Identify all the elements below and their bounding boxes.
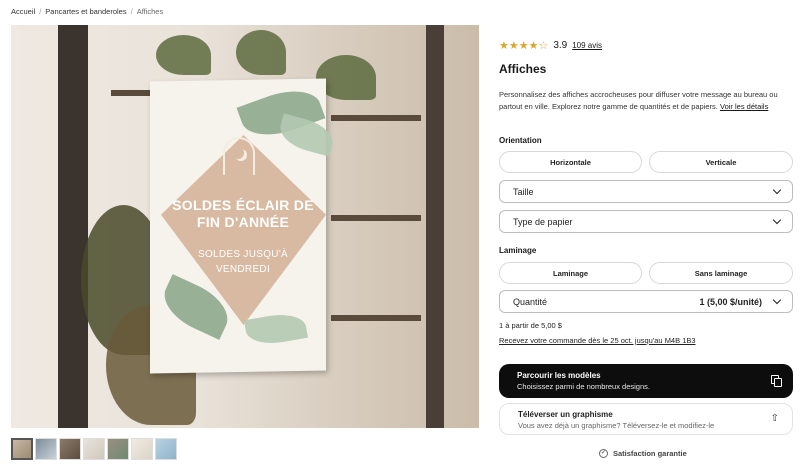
image-window-frame [426, 25, 444, 428]
poster-sub-line: VENDREDI [215, 264, 271, 275]
guarantee-text: Satisfaction garantie [613, 449, 687, 458]
thumbnail-5[interactable] [107, 438, 129, 460]
breadcrumb-separator: / [130, 7, 133, 16]
orientation-vertical-option[interactable]: Verticale [649, 151, 793, 173]
image-shelf [331, 115, 421, 121]
browse-templates-title: Parcourir les modèles [517, 371, 601, 380]
upload-icon: ⇧ [770, 413, 779, 424]
thumbnail-2[interactable] [35, 438, 57, 460]
thumbnail-1[interactable] [11, 438, 33, 460]
lamination-label: Laminage [499, 246, 537, 255]
thumbnail-7[interactable] [155, 438, 177, 460]
reviews-link[interactable]: 109 avis [572, 41, 602, 50]
thumbnail-6[interactable] [131, 438, 153, 460]
chevron-down-icon [772, 295, 782, 305]
size-select[interactable]: Taille [499, 180, 793, 203]
product-description: Personnalisez des affiches accrocheuses … [499, 89, 789, 113]
upload-design-title: Téléverser un graphisme [518, 410, 613, 419]
lamination-off-option[interactable]: Sans laminage [649, 262, 793, 284]
rating-row: ★★★★☆ 3.9 109 avis [499, 39, 602, 52]
image-shelf-frame [58, 25, 88, 428]
delivery-estimate-link[interactable]: Recevez votre commande dès le 25 oct. ju… [499, 336, 696, 345]
chevron-down-icon [772, 215, 782, 225]
size-select-label: Taille [513, 186, 534, 197]
poster-headline-line: SOLDES ÉCLAIR DE [172, 197, 314, 213]
copy-icon [771, 375, 782, 387]
quantity-label: Quantité [513, 296, 548, 307]
quantity-value: 1 (5,00 $/unité) [699, 296, 762, 307]
thumbnail-strip [11, 438, 177, 460]
from-price: 1 à partir de 5,00 $ [499, 321, 562, 330]
image-plant [156, 35, 211, 75]
poster-headline-line: FIN D'ANNÉE [196, 214, 290, 230]
quantity-value-group: 1 (5,00 $/unité) [699, 295, 782, 307]
breadcrumb: Accueil / Pancartes et banderoles / Affi… [11, 7, 163, 16]
breadcrumb-home[interactable]: Accueil [11, 7, 35, 16]
poster-sub-line: SOLDES JUSQU'À [197, 249, 289, 260]
image-shelf [331, 315, 421, 321]
product-main-image[interactable]: SOLDES ÉCLAIR DE FIN D'ANNÉE SOLDES JUSQ… [11, 25, 479, 428]
poster-headline: SOLDES ÉCLAIR DE FIN D'ANNÉE [151, 197, 335, 231]
breadcrumb-separator: / [39, 7, 42, 16]
moon-icon [232, 147, 244, 159]
rating-value: 3.9 [553, 40, 568, 51]
breadcrumb-category[interactable]: Pancartes et banderoles [45, 7, 126, 16]
orientation-label: Orientation [499, 136, 542, 145]
lamination-on-option[interactable]: Laminage [499, 262, 642, 284]
image-shelf [331, 215, 421, 221]
details-link[interactable]: Voir les détails [720, 102, 768, 111]
orientation-horizontal-option[interactable]: Horizontale [499, 151, 642, 173]
paper-select-label: Type de papier [513, 216, 573, 227]
upload-design-subtitle: Vous avez déjà un graphisme? Téléversez-… [518, 421, 715, 430]
thumbnail-4[interactable] [83, 438, 105, 460]
browse-templates-button[interactable]: Parcourir les modèles Choisissez parmi d… [499, 364, 793, 398]
thumbnail-3[interactable] [59, 438, 81, 460]
check-circle-icon: ✓ [599, 449, 608, 458]
upload-design-button[interactable]: Téléverser un graphisme Vous avez déjà u… [499, 403, 793, 435]
paper-type-select[interactable]: Type de papier [499, 210, 793, 233]
chevron-down-icon [772, 185, 782, 195]
poster-subheadline: SOLDES JUSQU'À VENDREDI [161, 247, 325, 277]
product-title: Affiches [499, 62, 547, 76]
breadcrumb-current: Affiches [136, 7, 164, 16]
quantity-select[interactable]: Quantité 1 (5,00 $/unité) [499, 290, 793, 313]
image-plant [236, 30, 286, 75]
satisfaction-guarantee: ✓ Satisfaction garantie [599, 449, 687, 458]
star-rating-icon: ★★★★☆ [499, 40, 549, 52]
browse-templates-subtitle: Choisissez parmi de nombreux designs. [517, 382, 650, 391]
